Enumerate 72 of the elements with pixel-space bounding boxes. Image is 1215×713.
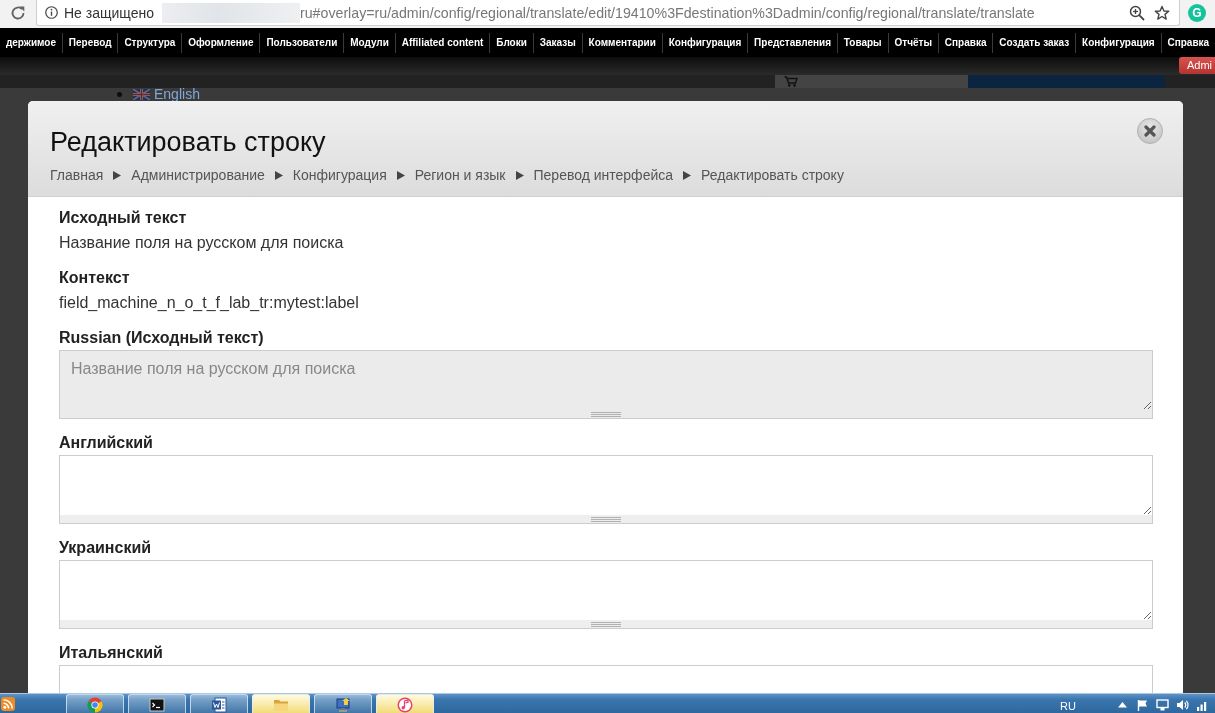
menu-item[interactable]: Affiliated content — [395, 32, 491, 53]
menu-item[interactable]: Справка — [938, 32, 994, 53]
menu-item[interactable]: Отчёты — [888, 32, 939, 53]
flag-icon[interactable] — [1136, 699, 1149, 711]
language-indicator[interactable]: RU — [1060, 700, 1076, 712]
menu-item[interactable]: Оформление — [182, 32, 261, 53]
grip-icon — [591, 516, 621, 522]
menu-item[interactable]: Товары — [837, 32, 889, 53]
resize-handle[interactable] — [59, 620, 1153, 629]
triangle-icon — [113, 170, 122, 180]
menu-item[interactable]: Заказы — [533, 32, 583, 53]
menu-item[interactable]: Комментарии — [582, 32, 663, 53]
grip-icon — [591, 411, 621, 417]
breadcrumb-link[interactable]: Редактировать строку — [701, 167, 844, 183]
monitor-icon — [335, 697, 351, 713]
flag-icon — [133, 89, 150, 100]
resize-handle[interactable] — [59, 410, 1153, 419]
field-label: Исходный текст — [59, 208, 188, 228]
info-icon[interactable] — [45, 6, 58, 19]
triangle-icon — [683, 170, 692, 180]
speaker-icon[interactable] — [1176, 699, 1189, 711]
address-bar[interactable]: Не защищено ru#overlay=ru/admin/config/regional/translate/edit/19410%3Fdestination%3Dadmin/config/regional/translate/translate — [36, 0, 1180, 26]
menu-item[interactable]: Создать заказ — [993, 32, 1077, 53]
menu-item[interactable]: Модули — [344, 32, 396, 53]
triangle-icon — [396, 170, 405, 180]
triangle-icon — [515, 170, 524, 180]
reload-icon[interactable] — [10, 5, 26, 21]
url-text: ru#overlay=ru/admin/config/regional/translate/edit/19410%3Fdestination%3Dadmin/config/regional/translate/translate — [300, 4, 1035, 21]
menu-item[interactable]: Конфигурация — [662, 32, 749, 53]
field-label: Контекст — [59, 268, 131, 288]
field-value: field_machine_n_o_t_f_lab_tr:mytest:label — [59, 293, 360, 313]
menu-item[interactable]: Представления — [748, 32, 838, 53]
menu-item[interactable]: Блоки — [490, 32, 534, 53]
dialog-title: Редактировать строку — [50, 126, 327, 159]
grip-icon — [591, 621, 621, 627]
breadcrumb-link[interactable]: Администрирование — [131, 167, 265, 183]
menu-item[interactable]: Перевод — [62, 32, 119, 53]
language-link[interactable]: English — [154, 88, 200, 101]
breadcrumb-link[interactable]: Главная — [50, 167, 104, 183]
music-icon — [397, 697, 413, 713]
monitor-icon[interactable] — [1156, 699, 1169, 711]
menu-item[interactable]: Структура — [118, 32, 183, 53]
menu-item[interactable]: держимое — [0, 32, 63, 53]
terminal-icon — [149, 697, 165, 713]
feed-icon[interactable] — [1, 697, 15, 711]
chrome-icon — [87, 697, 103, 713]
zoom-icon[interactable] — [1129, 4, 1145, 21]
menu-item[interactable]: Справка — [1161, 32, 1215, 53]
chevron-up-icon[interactable] — [1116, 699, 1129, 711]
field-label: Украинский — [59, 538, 153, 558]
user-button[interactable]: Admi — [1178, 57, 1215, 74]
taskbar-button[interactable] — [190, 694, 248, 713]
star-icon[interactable] — [1154, 4, 1170, 21]
security-label: Не защищено — [64, 4, 154, 21]
field-label: Английский — [59, 433, 154, 453]
resize-handle[interactable] — [59, 515, 1153, 524]
field-label: Итальянский — [59, 643, 164, 663]
taskbar-button[interactable] — [128, 694, 186, 713]
menu-item[interactable]: Пользователи — [260, 32, 345, 53]
breadcrumb-link[interactable]: Перевод интерфейса — [533, 167, 674, 183]
close-icon — [1144, 125, 1156, 137]
close-button[interactable] — [1137, 118, 1163, 144]
field-value: Название поля на русском для поиска — [59, 233, 345, 253]
breadcrumb-link[interactable]: Конфигурация — [292, 167, 387, 183]
menu-item[interactable]: Конфигурация — [1076, 32, 1162, 53]
folder-icon — [273, 697, 289, 713]
signal-icon[interactable] — [1196, 699, 1209, 711]
triangle-icon — [274, 170, 283, 180]
document-icon — [211, 697, 227, 713]
field-label: Russian (Исходный текст) — [59, 328, 265, 348]
breadcrumb-link[interactable]: Регион и язык — [414, 167, 506, 183]
bullet-icon — [117, 92, 122, 97]
